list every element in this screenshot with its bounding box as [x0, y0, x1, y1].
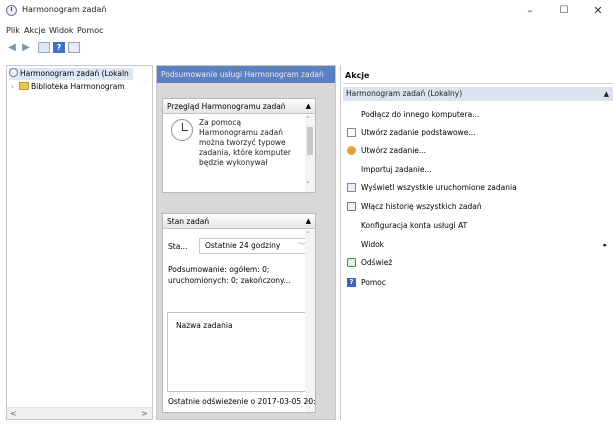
action-create-basic-task[interactable]: Utwórz zadanie podstawowe... — [343, 126, 613, 140]
status-range-dropdown[interactable]: Ostatnie 24 godziny ﹀ — [199, 238, 311, 254]
actions-title: Akcje — [345, 71, 370, 80]
tree-horizontal-scrollbar[interactable]: < > — [7, 407, 152, 419]
action-enable-history[interactable]: Włącz historię wszystkich zadań — [343, 200, 613, 214]
expand-chevron-icon[interactable]: › — [11, 81, 19, 93]
refresh-icon — [347, 258, 356, 267]
action-label: Wyświetl wszystkie uruchomione zadania — [361, 183, 517, 192]
help-icon[interactable]: ? — [53, 42, 65, 53]
actions-group-label: Harmonogram zadań (Lokalny) — [346, 89, 463, 98]
tree-item-label: Biblioteka Harmonogram — [31, 82, 125, 91]
submenu-arrow-icon: ▸ — [603, 241, 607, 249]
action-label: Importuj zadanie... — [361, 165, 432, 174]
task-status-list[interactable]: Nazwa zadania — [167, 312, 312, 392]
collapse-icon[interactable]: ▲ — [306, 99, 311, 114]
action-label: Pomoc — [361, 278, 386, 287]
collapse-icon[interactable]: ▲ — [604, 87, 609, 101]
status-range-label: Sta... — [168, 242, 188, 251]
overview-section-title: Przegląd Harmonogramu zadań — [167, 102, 286, 111]
running-tasks-icon — [347, 183, 356, 192]
actions-pane: Akcje Harmonogram zadań (Lokalny) ▲ Podł… — [340, 65, 613, 420]
action-display-running-tasks[interactable]: Wyświetl wszystkie uruchomione zadania — [343, 181, 613, 195]
menu-file[interactable]: Plik — [6, 26, 20, 35]
action-label: Podłącz do innego komputera... — [361, 110, 480, 119]
toolbar: ◀ ▶ ? — [0, 40, 613, 56]
tree-item-label: Harmonogram zadań (Lokaln — [20, 69, 129, 78]
menu-bar: Plik Akcje Widok Pomoc — [0, 24, 613, 38]
minimize-button[interactable]: – — [520, 4, 540, 18]
action-label: Utwórz zadanie podstawowe... — [361, 128, 476, 137]
create-basic-task-icon — [347, 128, 356, 137]
summary-pane: Podsumowanie usługi Harmonogram zadań Pr… — [156, 65, 336, 420]
menu-help[interactable]: Pomoc — [77, 26, 104, 35]
create-task-icon — [347, 146, 356, 155]
close-button[interactable]: ✕ — [588, 4, 608, 18]
divider — [343, 83, 613, 84]
action-at-service-account[interactable]: Konfiguracja konta usługi AT — [343, 219, 613, 233]
window-title: Harmonogram zadań — [22, 5, 107, 14]
scroll-down-icon[interactable]: ˅ — [306, 181, 310, 189]
action-connect-to-another-computer[interactable]: Podłącz do innego komputera... — [343, 108, 613, 122]
scroll-left-icon[interactable]: < — [10, 409, 17, 418]
action-label: Konfiguracja konta usługi AT — [361, 221, 468, 230]
action-label: Utwórz zadanie... — [361, 146, 427, 155]
status-summary: Podsumowanie: ogółem: 0; uruchomionych: … — [168, 265, 291, 285]
overview-section-header[interactable]: Przegląd Harmonogramu zadań ▲ — [163, 99, 315, 114]
menu-action[interactable]: Akcje — [24, 26, 46, 35]
scroll-up-icon[interactable]: ˄ — [306, 116, 310, 124]
collapse-icon[interactable]: ▲ — [306, 214, 311, 229]
folder-icon — [19, 82, 29, 90]
clock-icon — [171, 119, 193, 141]
action-refresh[interactable]: Odśwież — [343, 256, 613, 270]
actions-group-header[interactable]: Harmonogram zadań (Lokalny) ▲ — [343, 87, 613, 101]
overview-section: Przegląd Harmonogramu zadań ▲ Za pomocą … — [162, 98, 316, 193]
action-help[interactable]: ? Pomoc — [343, 276, 613, 290]
action-import-task[interactable]: Importuj zadanie... — [343, 163, 613, 177]
forward-arrow-icon[interactable]: ▶ — [20, 42, 32, 53]
title-bar: Harmonogram zadań – ☐ ✕ — [0, 0, 613, 22]
back-arrow-icon[interactable]: ◀ — [6, 42, 18, 53]
menu-view[interactable]: Widok — [49, 26, 74, 35]
status-scrollbar[interactable]: ˄ ˅ — [305, 230, 315, 412]
show-hide-action-pane-icon[interactable] — [68, 42, 80, 53]
scrollbar-thumb[interactable] — [307, 127, 313, 155]
status-range-value: Ostatnie 24 godziny — [205, 241, 281, 250]
overview-text: Za pomocą Harmonogramu zadań można tworz… — [199, 118, 292, 167]
action-create-task[interactable]: Utwórz zadanie... — [343, 144, 613, 158]
task-status-section: Stan zadań ▲ Sta... Ostatnie 24 godziny … — [162, 213, 316, 413]
tree-item-task-scheduler-local[interactable]: Harmonogram zadań (Lokaln — [9, 68, 133, 80]
action-label: Włącz historię wszystkich zadań — [361, 202, 482, 211]
task-scheduler-icon — [6, 5, 17, 16]
action-label: Widok — [361, 240, 385, 249]
clock-icon — [9, 68, 18, 77]
action-view[interactable]: Widok ▸ — [343, 238, 613, 252]
help-icon: ? — [347, 278, 356, 287]
task-status-title: Stan zadań — [167, 217, 210, 226]
scroll-right-icon[interactable]: > — [141, 409, 148, 418]
task-status-section-header[interactable]: Stan zadań ▲ — [163, 214, 315, 229]
navigation-tree: Harmonogram zadań (Lokaln › Biblioteka Ha… — [6, 65, 153, 420]
tree-item-task-library[interactable]: › Biblioteka Harmonogram — [11, 81, 125, 93]
scroll-up-icon[interactable]: ˄ — [306, 231, 310, 239]
last-refresh-text: Ostatnie odświeżenie o 2017-03-05 20:21:… — [168, 397, 316, 406]
column-header-task-name[interactable]: Nazwa zadania — [176, 321, 233, 330]
history-icon — [347, 202, 356, 211]
maximize-button[interactable]: ☐ — [554, 4, 574, 18]
show-hide-tree-icon[interactable] — [38, 42, 50, 53]
overview-scrollbar[interactable]: ˄ ˅ — [305, 115, 315, 192]
summary-header: Podsumowanie usługi Harmonogram zadań — [157, 66, 335, 83]
action-label: Odśwież — [361, 258, 393, 267]
